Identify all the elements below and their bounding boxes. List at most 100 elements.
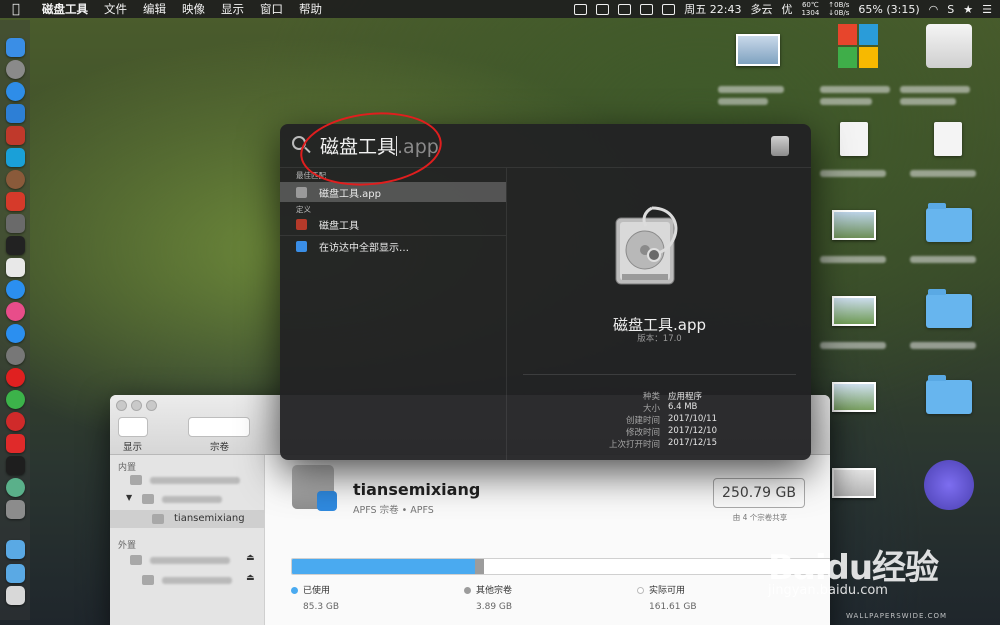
- sidebar-volume-row[interactable]: tiansemixiang: [110, 510, 265, 528]
- legend-label: 其他宗卷: [476, 586, 513, 596]
- app-dock-icon-2[interactable]: [6, 148, 25, 167]
- zoom-window-button[interactable]: [146, 400, 157, 411]
- terminal-dock-icon[interactable]: [6, 236, 25, 255]
- disk-utility-dock-icon[interactable]: [6, 500, 25, 519]
- trash-dock-icon[interactable]: [6, 586, 25, 605]
- system-preferences-dock-icon[interactable]: [6, 346, 25, 365]
- wallpaper-watermark: WALLPAPERSWIDE.COM: [846, 612, 948, 620]
- finder-dock-icon[interactable]: [6, 38, 25, 57]
- desktop-image-icon[interactable]: [832, 210, 876, 240]
- usage-bar: [291, 558, 830, 575]
- battery-status[interactable]: 65% (3:15): [858, 3, 919, 16]
- legend-label: 实际可用: [649, 586, 686, 596]
- external-volume-row[interactable]: ⏏: [110, 571, 265, 589]
- menu-image[interactable]: 映像: [182, 1, 205, 17]
- app-dock-icon-1[interactable]: [6, 126, 25, 145]
- apple-menu-icon[interactable]: : [12, 2, 32, 17]
- folder-dock-icon[interactable]: [6, 564, 25, 583]
- menu-view[interactable]: 显示: [221, 1, 244, 17]
- net-down: ↓0B/s: [828, 9, 850, 17]
- usage-other-segment: [475, 559, 484, 574]
- volume-subtitle: APFS 宗卷 • APFS: [353, 505, 434, 516]
- result-show-all-in-finder[interactable]: 在访达中全部显示…: [280, 236, 506, 256]
- menu-help[interactable]: 帮助: [299, 1, 322, 17]
- chrome-dock-icon[interactable]: [6, 390, 25, 409]
- info-value: 2017/10/11: [668, 414, 717, 424]
- legend-dot: [637, 587, 644, 594]
- search-status-icon[interactable]: S: [947, 3, 954, 16]
- disk-utility-main: tiansemixiang APFS 宗卷 • APFS 250.79 GB 由…: [265, 455, 830, 625]
- volume-add-remove-button[interactable]: [188, 417, 250, 437]
- menu-window[interactable]: 窗口: [260, 1, 283, 17]
- sidebar-view-button[interactable]: [118, 417, 148, 437]
- document-icon[interactable]: [934, 122, 962, 156]
- weather[interactable]: 多云: [750, 1, 772, 17]
- input-method[interactable]: 优: [781, 1, 792, 17]
- window-status-icon[interactable]: [662, 3, 676, 15]
- monitor-status-icon[interactable]: [618, 3, 632, 15]
- display-status-icon[interactable]: [596, 3, 610, 15]
- eject-icon[interactable]: ⏏: [246, 553, 255, 563]
- siri-dock-icon[interactable]: [6, 280, 25, 299]
- network-speed-widget[interactable]: ↑0B/s ↓0B/s: [828, 1, 849, 17]
- clock[interactable]: 周五 22:43: [684, 1, 741, 17]
- dictionary-icon: [296, 218, 307, 230]
- info-key: 修改时间: [625, 428, 660, 438]
- yandex-dock-icon[interactable]: [6, 368, 25, 387]
- app-hexagon-icon[interactable]: [924, 460, 974, 510]
- safari-dock-icon[interactable]: [6, 82, 25, 101]
- minimize-window-button[interactable]: [131, 400, 142, 411]
- volume-icon: [142, 575, 154, 585]
- launchpad-dock-icon[interactable]: [6, 60, 25, 79]
- folder-icon[interactable]: [926, 375, 972, 414]
- menu-file[interactable]: 文件: [104, 1, 127, 17]
- desktop-image-icon[interactable]: [832, 382, 876, 412]
- grid-status-icon[interactable]: [640, 3, 654, 15]
- music-dock-icon[interactable]: [6, 302, 25, 321]
- desktop-screenshot-icon[interactable]: [736, 34, 780, 66]
- maps-dock-icon[interactable]: [6, 258, 25, 277]
- app-store-dock-icon[interactable]: [6, 324, 25, 343]
- menu-app-name[interactable]: 磁盘工具: [42, 1, 88, 17]
- legend-value: 85.3 GB: [303, 602, 340, 612]
- container-icon: [142, 494, 154, 504]
- app-dock-icon-4[interactable]: [6, 192, 25, 211]
- app-grid-icon[interactable]: [838, 24, 878, 68]
- info-last-opened-row: 上次打开时间 2017/12/15: [507, 438, 811, 450]
- info-key: 创建时间: [625, 416, 660, 426]
- vivaldi-dock-icon[interactable]: [6, 434, 25, 453]
- info-modified-row: 修改时间 2017/12/10: [507, 426, 811, 438]
- folder-icon[interactable]: [926, 289, 972, 328]
- result-disk-utility-app[interactable]: 磁盘工具.app: [280, 182, 506, 202]
- folder-icon[interactable]: [926, 203, 972, 242]
- info-value: 2017/12/15: [668, 438, 717, 448]
- internal-disk-row[interactable]: [110, 471, 265, 489]
- eject-icon[interactable]: ⏏: [246, 573, 255, 583]
- close-window-button[interactable]: [116, 400, 127, 411]
- netease-dock-icon[interactable]: [6, 412, 25, 431]
- result-definition[interactable]: 磁盘工具: [280, 214, 506, 234]
- app-dock-icon-5[interactable]: [6, 214, 25, 233]
- disclosure-triangle-icon[interactable]: ▼: [126, 493, 132, 502]
- app-dock-icon-6[interactable]: [6, 456, 25, 475]
- star-icon[interactable]: ★: [963, 3, 973, 16]
- desktop-screenshot-icon[interactable]: [832, 468, 876, 498]
- wifi-icon[interactable]: ◠: [929, 3, 939, 16]
- external-disk-row[interactable]: ⏏: [110, 551, 265, 569]
- container-row[interactable]: ▼: [110, 490, 265, 508]
- contacts-dock-icon[interactable]: [6, 104, 25, 123]
- app-dock-icon-7[interactable]: [6, 478, 25, 497]
- drive-icon[interactable]: [926, 24, 972, 68]
- disk-utility-sidebar: 内置 ▼ tiansemixiang 外置 ⏏ ⏏: [110, 455, 265, 625]
- menu-edit[interactable]: 编辑: [143, 1, 166, 17]
- cpu-temp-widget[interactable]: 60℃ 1304: [801, 1, 819, 17]
- fan-speed: 1304: [801, 9, 820, 17]
- document-icon[interactable]: [840, 122, 868, 156]
- volume-name: tiansemixiang: [353, 480, 481, 499]
- downloads-dock-icon[interactable]: [6, 540, 25, 559]
- menu-list-icon[interactable]: ☰: [982, 3, 992, 16]
- folder-status-icon[interactable]: [574, 3, 588, 15]
- app-dock-icon-3[interactable]: [6, 170, 25, 189]
- info-key: 大小: [642, 404, 660, 414]
- desktop-image-icon[interactable]: [832, 296, 876, 326]
